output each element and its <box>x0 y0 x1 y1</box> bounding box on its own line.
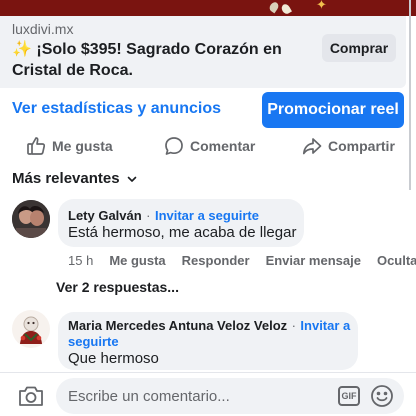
view-replies-link[interactable]: Ver 2 respuestas... <box>56 279 179 295</box>
view-stats-link[interactable]: Ver estadísticas y anuncios <box>12 100 221 118</box>
comment-author[interactable]: Maria Mercedes Antuna Veloz Veloz <box>68 318 287 333</box>
comment-header: Lety Galván · Invitar a seguirte <box>68 207 259 225</box>
post-actions-bar: Me gusta Comentar Compartir <box>0 132 416 160</box>
sparkle-icon: ✨ <box>12 39 32 58</box>
comment-header: Maria Mercedes Antuna Veloz Veloz · Invi… <box>68 318 352 350</box>
hide-comment-link[interactable]: Ocultar <box>377 253 416 271</box>
sort-label: Más relevantes <box>12 170 120 187</box>
profile-photo <box>12 310 50 348</box>
share-button[interactable]: Compartir <box>302 132 395 160</box>
camera-icon[interactable] <box>18 385 44 407</box>
comment-label: Comentar <box>190 138 256 154</box>
ad-domain: luxdivi.mx <box>12 21 74 37</box>
share-label: Compartir <box>328 138 395 154</box>
comment-bubble-icon <box>165 137 183 155</box>
video-preview-strip: ✦ <box>0 0 416 16</box>
emoji-icon[interactable] <box>370 384 394 408</box>
sponsored-ad-card[interactable]: luxdivi.mx ✨ ¡Solo $395! Sagrado Corazón… <box>0 16 406 88</box>
thumbs-up-icon <box>27 137 46 155</box>
share-arrow-icon <box>302 138 322 155</box>
comment-text: Está hermoso, me acaba de llegar <box>68 224 297 241</box>
separator-dot: · <box>146 208 151 223</box>
like-label: Me gusta <box>52 138 113 154</box>
comment-composer: GIF <box>0 372 416 416</box>
separator-dot: · <box>291 318 296 333</box>
scrollbar[interactable] <box>409 0 411 190</box>
buy-button[interactable]: Comprar <box>322 34 396 62</box>
sparkle-decoration: ✦ <box>316 0 327 13</box>
avatar[interactable] <box>12 310 50 348</box>
like-button[interactable]: Me gusta <box>26 132 113 160</box>
comment-reply-link[interactable]: Responder <box>182 253 250 271</box>
promote-reel-button[interactable]: Promocionar reel <box>262 92 404 128</box>
ad-title: ✨ ¡Solo $395! Sagrado Corazón en Cristal… <box>12 38 322 81</box>
ad-title-text: ¡Solo $395! Sagrado Corazón en Cristal d… <box>12 41 282 79</box>
send-message-link[interactable]: Enviar mensaje <box>266 253 361 271</box>
comment-button[interactable]: Comentar <box>164 132 255 160</box>
leaf-decoration <box>280 2 292 16</box>
profile-photo <box>12 200 50 238</box>
leaf-decoration <box>267 0 281 14</box>
comment-like-link[interactable]: Me gusta <box>109 253 165 271</box>
comment-bubble[interactable]: Maria Mercedes Antuna Veloz Veloz · Invi… <box>58 312 358 370</box>
chevron-down-icon <box>127 176 136 182</box>
comment-text: Que hermoso <box>68 350 159 367</box>
comment-author[interactable]: Lety Galván <box>68 208 142 223</box>
comment-meta-actions: 15 h Me gusta Responder Enviar mensaje O… <box>68 253 416 271</box>
gif-button[interactable]: GIF <box>338 386 360 406</box>
comment-timestamp: 15 h <box>68 253 94 268</box>
invite-follow-link[interactable]: Invitar a seguirte <box>155 208 259 223</box>
avatar[interactable] <box>12 200 50 238</box>
comment-bubble[interactable]: Lety Galván · Invitar a seguirte Está he… <box>58 199 304 247</box>
comment-sort-dropdown[interactable]: Más relevantes <box>12 170 138 187</box>
